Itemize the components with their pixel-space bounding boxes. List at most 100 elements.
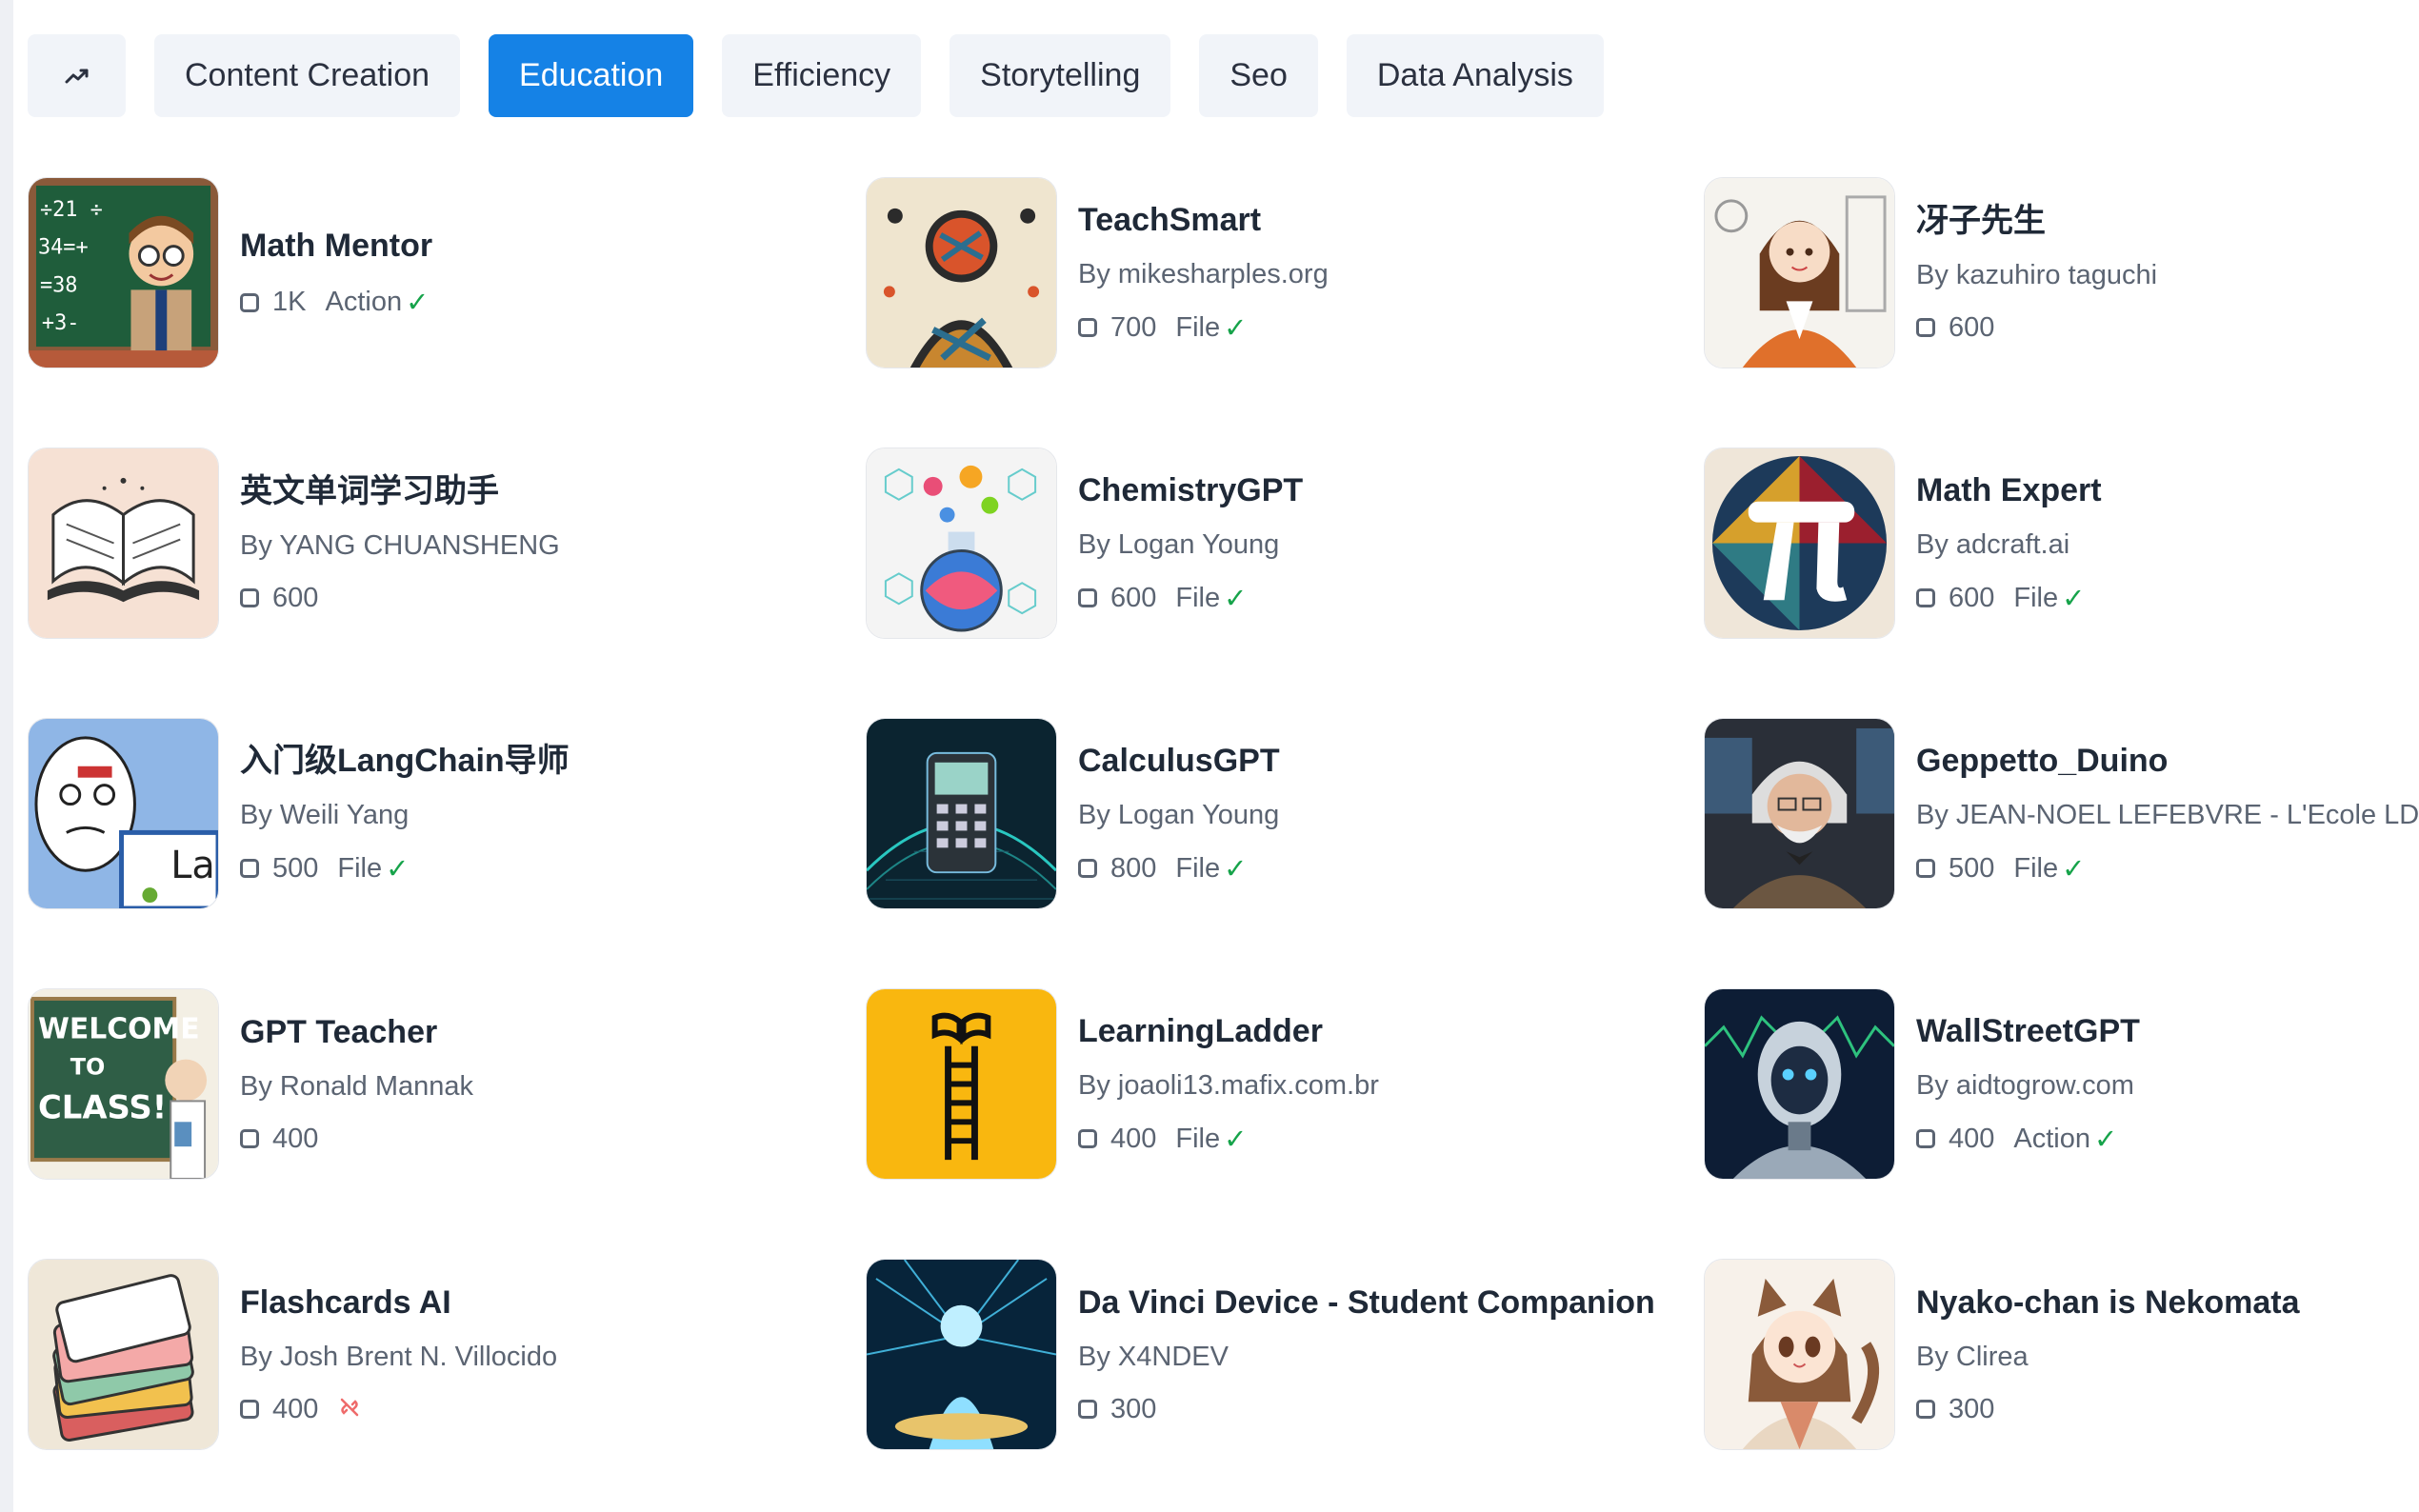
gpt-thumbnail	[1704, 988, 1895, 1180]
gpt-card[interactable]: Da Vinci Device - Student Companion By X4…	[866, 1259, 1704, 1512]
capability-label: File	[337, 852, 383, 884]
gpt-meta: 400 Action ✓	[1916, 1123, 2140, 1156]
gpt-meta: 400	[240, 1124, 473, 1155]
gpt-meta: 600	[240, 583, 560, 614]
gpt-meta: 600 File ✓	[1916, 582, 2102, 615]
gpt-info: Geppetto_Duino By JEAN-NOEL LEFEBVRE - L'…	[1916, 718, 2419, 909]
gpt-card[interactable]: 英文单词学习助手 By YANG CHUANSHENG 600	[28, 448, 866, 718]
gpt-info: WallStreetGPT By aidtogrow.com 400 Action ✓	[1916, 988, 2140, 1180]
chat-count: 400	[1949, 1123, 1995, 1154]
gpt-card[interactable]: 冴子先生 By kazuhiro taguchi 600	[1704, 177, 2409, 448]
chat-count: 500	[272, 852, 319, 884]
gpt-card[interactable]: ÷21 ÷ 34=+ =38 +3- Math Mentor 1K Action ✓	[28, 177, 866, 448]
capability-label: File	[2013, 852, 2059, 884]
chat-count: 600	[1949, 582, 1995, 613]
gpt-card[interactable]: WELCOME TO CLASS! GPT Teacher By Ronald Mann…	[28, 988, 866, 1259]
capability-label: File	[1175, 582, 1221, 613]
gpt-info: ChemistryGPT By Logan Young 600 File ✓	[1078, 448, 1303, 639]
chat-count: 300	[1110, 1393, 1157, 1424]
gpt-author: By joaoli13.mafix.com.br	[1078, 1069, 1379, 1101]
gpt-thumbnail	[1704, 718, 1895, 909]
chat-count: 400	[272, 1393, 319, 1424]
gpt-card[interactable]: ChemistryGPT By Logan Young 600 File ✓	[866, 448, 1704, 718]
gpt-info: 入门级LangChain导师 By Weili Yang 500 File ✓	[240, 718, 570, 909]
capability-label: File	[2013, 582, 2059, 613]
tab-trending[interactable]	[28, 34, 126, 117]
check-icon: ✓	[1224, 312, 1248, 344]
gpt-card[interactable]: Math Expert By adcraft.ai 600 File ✓	[1704, 448, 2409, 718]
gpt-meta: 300	[1078, 1394, 1655, 1425]
gpt-thumbnail	[866, 988, 1057, 1180]
gpt-title: 入门级LangChain导师	[240, 743, 570, 780]
gpt-author: By Logan Young	[1078, 799, 1280, 830]
gpt-author: By adcraft.ai	[1916, 528, 2070, 560]
capability-label: File	[1175, 311, 1221, 343]
gpt-title: CalculusGPT	[1078, 743, 1280, 780]
gpt-card[interactable]: Nyako-chan is Nekomata By Clirea 300	[1704, 1259, 2409, 1512]
chat-count-icon	[1078, 1129, 1097, 1149]
gpt-meta: 500 File ✓	[1916, 852, 2419, 885]
chat-count-icon	[240, 859, 259, 879]
chat-count: 600	[1110, 582, 1157, 613]
tab-storytelling[interactable]: Storytelling	[950, 34, 1171, 117]
gpt-author: By JEAN-NOEL LEFEBVRE - L'Ecole LDLC	[1916, 799, 2419, 830]
gpt-title: Geppetto_Duino	[1916, 743, 2169, 780]
gpt-card[interactable]: Geppetto_Duino By JEAN-NOEL LEFEBVRE - L'…	[1704, 718, 2419, 988]
gpt-meta: 300	[1916, 1394, 2300, 1425]
gpt-info: Da Vinci Device - Student Companion By X4…	[1078, 1259, 1655, 1450]
link-off-icon	[339, 1394, 360, 1424]
gpt-card[interactable]: WallStreetGPT By aidtogrow.com 400 Action ✓	[1704, 988, 2409, 1259]
svg-text:CLASS!: CLASS!	[38, 1088, 167, 1125]
gpt-thumbnail	[1704, 1259, 1895, 1450]
gpt-info: TeachSmart By mikesharples.org 700 File ✓	[1078, 177, 1329, 368]
chat-count: 700	[1110, 311, 1157, 343]
gpt-meta: 600 File ✓	[1078, 582, 1303, 615]
gpt-card[interactable]: LearningLadder By joaoli13.mafix.com.br 40…	[866, 988, 1704, 1259]
gpt-thumbnail: WELCOME TO CLASS!	[28, 988, 219, 1180]
chat-count-icon	[1078, 318, 1097, 338]
chat-count-icon	[1916, 1400, 1935, 1420]
gpt-card[interactable]: TeachSmart By mikesharples.org 700 File ✓	[866, 177, 1704, 448]
check-icon: ✓	[1224, 1124, 1248, 1155]
gpt-thumbnail	[866, 448, 1057, 639]
svg-text:WELCOME: WELCOME	[38, 1013, 200, 1046]
category-tabs: Content Creation Education Efficiency Story…	[28, 34, 1604, 117]
gpt-meta: 400	[240, 1394, 557, 1425]
gpt-author: By kazuhiro taguchi	[1916, 259, 2158, 290]
tab-education[interactable]: Education	[489, 34, 694, 117]
capability-label: File	[1175, 852, 1221, 884]
tab-data-analysis[interactable]: Data Analysis	[1346, 34, 1604, 117]
capability-label: File	[1175, 1123, 1221, 1154]
tab-seo[interactable]: Seo	[1199, 34, 1318, 117]
check-icon: ✓	[386, 853, 410, 885]
gpt-card[interactable]: CalculusGPT By Logan Young 800 File ✓	[866, 718, 1704, 988]
gpt-thumbnail	[866, 177, 1057, 368]
gpt-thumbnail	[866, 718, 1057, 909]
gpt-info: Math Mentor 1K Action ✓	[240, 177, 432, 368]
check-icon: ✓	[2062, 853, 2086, 885]
gpt-title: Flashcards AI	[240, 1284, 451, 1322]
gpt-card[interactable]: Flashcards AI By Josh Brent N. Villocido 4…	[28, 1259, 866, 1512]
gpt-info: Math Expert By adcraft.ai 600 File ✓	[1916, 448, 2102, 639]
svg-text:+3-: +3-	[42, 311, 80, 335]
chat-count: 400	[272, 1123, 319, 1154]
gpt-author: By Logan Young	[1078, 528, 1280, 560]
gpt-meta: 800 File ✓	[1078, 852, 1280, 885]
chat-count: 600	[1949, 311, 1995, 343]
svg-text:La: La	[170, 844, 215, 887]
gpt-thumbnail	[28, 1259, 219, 1450]
tab-efficiency[interactable]: Efficiency	[722, 34, 922, 117]
check-icon: ✓	[2062, 583, 2086, 614]
tab-content-creation[interactable]: Content Creation	[154, 34, 461, 117]
gpt-title: TeachSmart	[1078, 202, 1262, 239]
gpt-meta: 700 File ✓	[1078, 311, 1329, 345]
chat-count-icon	[240, 1129, 259, 1149]
gpt-meta: 400 File ✓	[1078, 1123, 1379, 1156]
gpt-meta: 500 File ✓	[240, 852, 570, 885]
svg-text:34=+: 34=+	[38, 236, 89, 260]
gpt-author: By Ronald Mannak	[240, 1070, 474, 1102]
svg-text:=38: =38	[40, 273, 78, 297]
capability-label: Action	[2013, 1123, 2090, 1154]
gpt-card[interactable]: La 入门级LangChain导师 By Weili Yang 500 File ✓	[28, 718, 866, 988]
chat-count: 400	[1110, 1123, 1157, 1154]
